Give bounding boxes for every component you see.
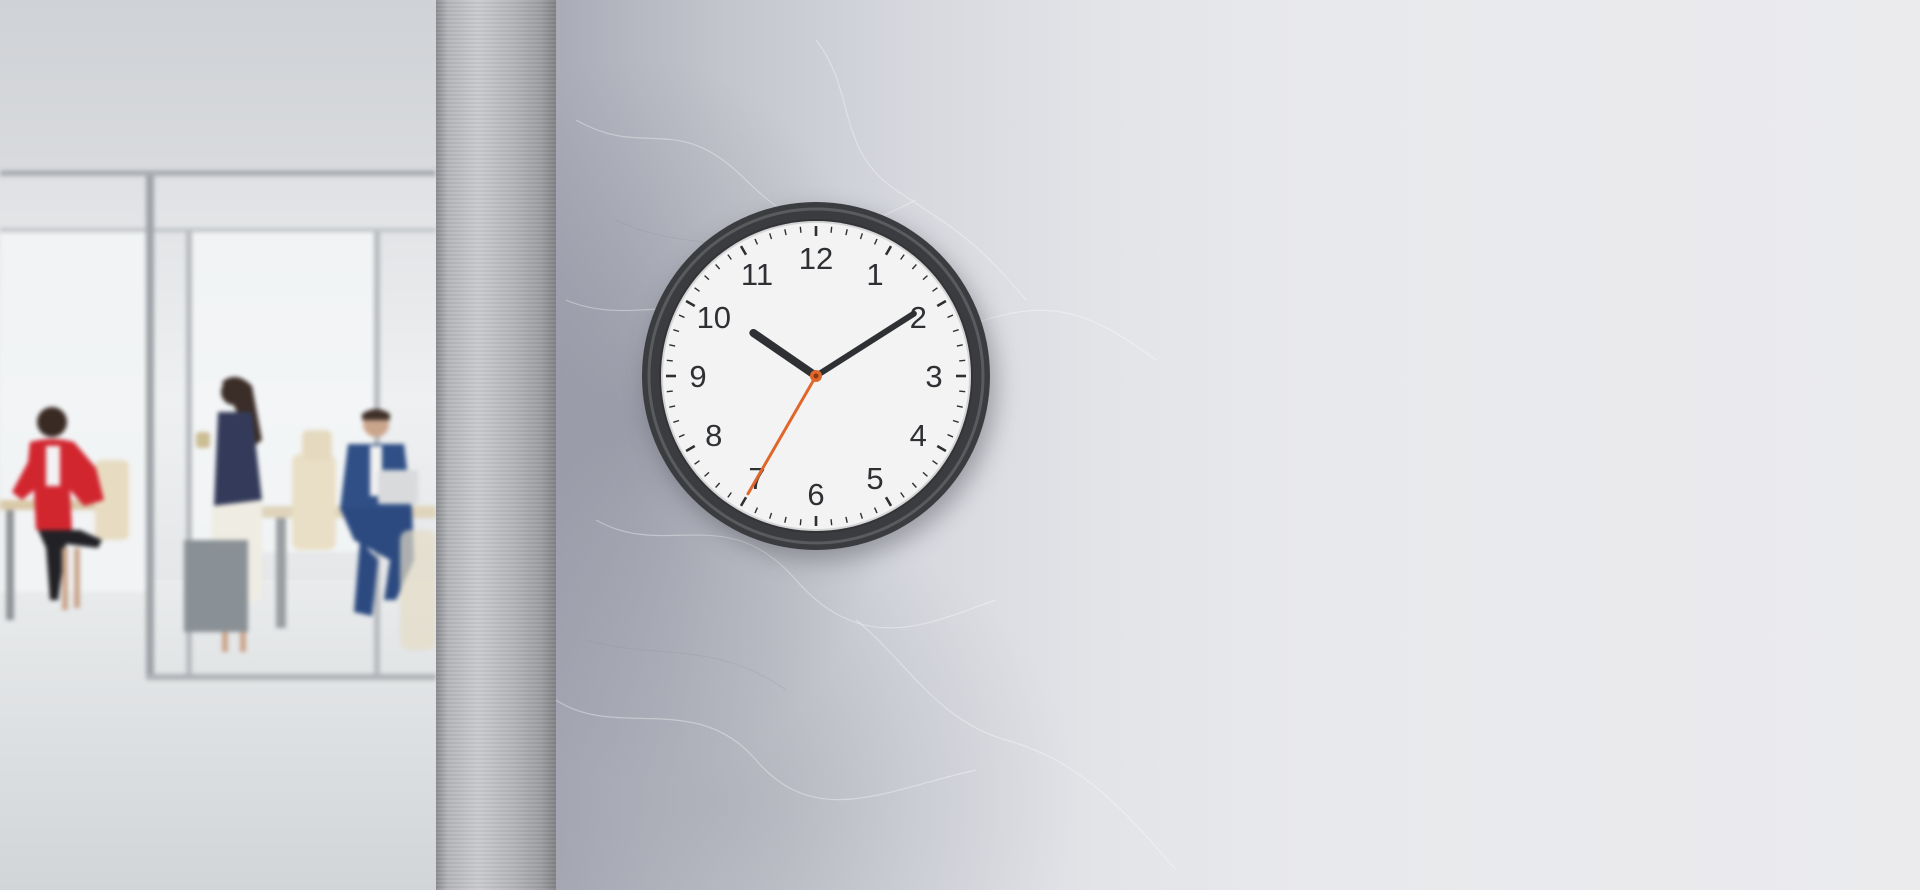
minute-tick bbox=[830, 519, 833, 526]
person-leg bbox=[74, 548, 80, 608]
marble-vein bbox=[585, 639, 787, 691]
minute-tick bbox=[799, 226, 802, 233]
chair bbox=[292, 454, 336, 550]
clock-numeral: 12 bbox=[799, 241, 833, 276]
clock-numeral: 5 bbox=[866, 461, 883, 496]
minute-tick bbox=[830, 226, 833, 233]
marble-vein bbox=[855, 619, 1177, 871]
glass-frame-mid bbox=[0, 228, 436, 232]
clock-numeral: 8 bbox=[705, 418, 722, 453]
chair-back bbox=[302, 430, 332, 460]
marble-vein bbox=[556, 699, 977, 801]
office-scene bbox=[0, 170, 436, 680]
desk-leg bbox=[276, 518, 286, 628]
office-background bbox=[0, 0, 436, 890]
scene: 121234567891011 bbox=[0, 0, 1920, 890]
clock-numeral: 4 bbox=[910, 418, 927, 453]
minute-tick bbox=[666, 390, 673, 393]
person-head bbox=[37, 407, 67, 437]
glass-frame-top bbox=[0, 170, 436, 176]
glass-mullion bbox=[146, 176, 154, 680]
clock-numeral: 6 bbox=[807, 477, 824, 512]
clock-numeral: 9 bbox=[689, 359, 706, 394]
glass-frame-bottom bbox=[146, 674, 436, 680]
minute-tick bbox=[666, 359, 673, 362]
desk-leg bbox=[6, 510, 14, 620]
cabinet bbox=[184, 540, 248, 632]
clock-numeral: 3 bbox=[925, 359, 942, 394]
laptop bbox=[378, 470, 418, 504]
wall-clock: 121234567891011 bbox=[640, 200, 992, 552]
chair bbox=[400, 530, 436, 650]
clock-numeral: 1 bbox=[866, 257, 883, 292]
door-frame bbox=[436, 0, 556, 890]
clock-face: 121234567891011 bbox=[642, 202, 990, 550]
person-shirt bbox=[46, 446, 60, 486]
coffee-cup bbox=[196, 432, 210, 448]
clock-numeral: 11 bbox=[741, 257, 773, 292]
center-pin bbox=[813, 373, 819, 379]
minute-tick bbox=[799, 519, 802, 526]
minute-tick bbox=[959, 359, 966, 362]
clock-numeral: 10 bbox=[697, 300, 731, 335]
minute-tick bbox=[959, 390, 966, 393]
person-leg bbox=[62, 548, 68, 610]
